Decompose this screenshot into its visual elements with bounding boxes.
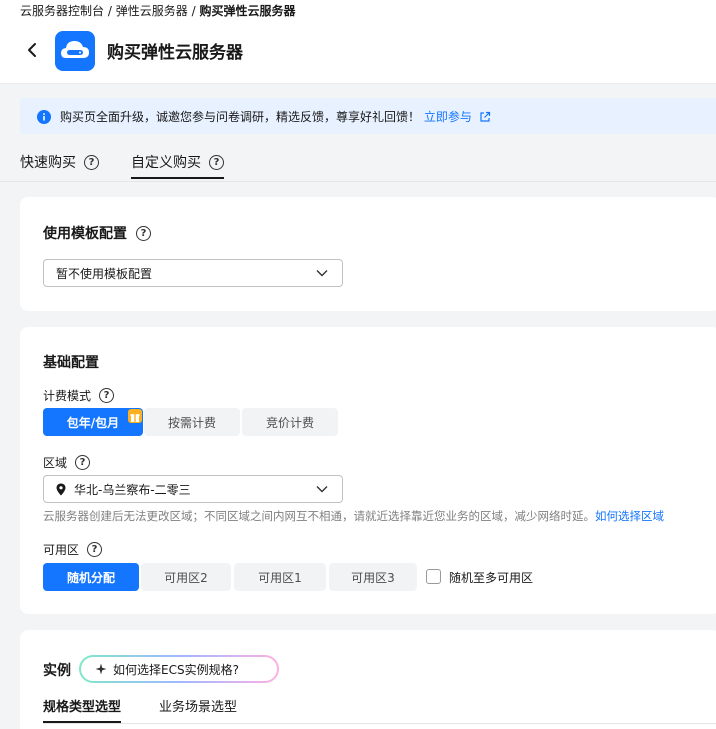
- how-to-choose-region-link[interactable]: 如何选择区域: [595, 509, 664, 523]
- tab-business-scenario-selection[interactable]: 业务场景选型: [159, 696, 237, 715]
- basic-config-heading: 基础配置: [43, 355, 99, 371]
- region-select-value: 华北-乌兰察布-二零三: [74, 482, 191, 497]
- ai-spec-guide-button[interactable]: 如何选择ECS实例规格?: [79, 655, 279, 683]
- ecs-cloud-logo-icon: [55, 31, 95, 71]
- info-icon: [37, 109, 51, 128]
- region-label: 区域 ?: [43, 454, 91, 471]
- random-multi-az-checkbox[interactable]: [426, 569, 441, 584]
- help-icon[interactable]: ?: [75, 455, 91, 470]
- billing-spot-button[interactable]: 竞价计费: [242, 408, 338, 436]
- help-icon[interactable]: ?: [87, 542, 103, 557]
- tab-label: 快速购买: [20, 155, 76, 171]
- template-select[interactable]: 暂不使用模板配置: [43, 259, 343, 287]
- page-title: 购买弹性云服务器: [107, 43, 243, 63]
- instance-heading: 实例: [43, 663, 71, 679]
- breadcrumb-item-console[interactable]: 云服务器控制台: [20, 4, 104, 18]
- subtab-divider: [43, 723, 716, 724]
- help-icon[interactable]: ?: [209, 154, 224, 170]
- tab-spec-type-selection[interactable]: 规格类型选型: [43, 696, 122, 723]
- random-multi-az-label: 随机至多可用区: [449, 571, 534, 585]
- field-label: 可用区: [43, 543, 80, 557]
- gift-icon: [128, 409, 142, 423]
- field-label: 计费模式: [43, 389, 92, 403]
- help-icon[interactable]: ?: [136, 225, 151, 241]
- help-icon[interactable]: ?: [84, 154, 99, 170]
- help-icon[interactable]: ?: [99, 388, 115, 403]
- region-hint: 云服务器创建后无法更改区域；不同区域之间内网互不相通，请就近选择靠近您业务的区域…: [43, 508, 664, 524]
- region-select[interactable]: 华北-乌兰察布-二零三: [43, 475, 343, 503]
- notice-text: 购买页全面升级，诚邀您参与问卷调研，精选反馈，尊享好礼回馈！: [60, 110, 421, 124]
- back-icon[interactable]: [22, 40, 42, 60]
- notice-link[interactable]: 立即参与: [424, 110, 472, 124]
- notice-banner: 购买页全面升级，诚邀您参与问卷调研，精选反馈，尊享好礼回馈！ 立即参与: [20, 98, 716, 134]
- breadcrumb: 云服务器控制台 / 弹性云服务器 / 购买弹性云服务器: [20, 2, 295, 19]
- az-random-button[interactable]: 随机分配: [43, 563, 139, 591]
- instance-card: 实例 如何选择ECS实例规格? 规格类型选型 业务场景选型: [20, 630, 716, 729]
- breadcrumb-current: 购买弹性云服务器: [199, 4, 296, 18]
- basic-config-card: 基础配置 计费模式 ? 包年/包月 按需计费 竞价计费 区域 ? 华北-乌兰察布…: [20, 327, 716, 614]
- billing-on-demand-button[interactable]: 按需计费: [144, 408, 240, 436]
- field-label: 区域: [43, 456, 68, 470]
- billing-mode-label: 计费模式 ?: [43, 387, 115, 404]
- tab-custom-buy[interactable]: 自定义购买 ?: [131, 152, 224, 179]
- breadcrumb-separator: /: [191, 4, 196, 18]
- region-hint-text: 云服务器创建后无法更改区域；不同区域之间内网互不相通，请就近选择靠近您业务的区域…: [43, 509, 595, 523]
- breadcrumb-item-ecs[interactable]: 弹性云服务器: [116, 4, 188, 18]
- location-pin-icon: [56, 483, 66, 496]
- ai-spec-guide-label: 如何选择ECS实例规格?: [113, 662, 239, 677]
- section-title: 使用模板配置: [43, 226, 127, 242]
- sparkle-icon: [95, 663, 107, 675]
- availability-zone-label: 可用区 ?: [43, 541, 103, 558]
- az-3-button[interactable]: 可用区3: [329, 563, 417, 591]
- chevron-down-icon: [316, 486, 328, 493]
- template-config-card: 使用模板配置 ? 暂不使用模板配置: [20, 197, 716, 311]
- purchase-mode-tabs: 快速购买 ? 自定义购买 ?: [0, 146, 716, 182]
- template-select-value: 暂不使用模板配置: [56, 266, 153, 281]
- az-1-button[interactable]: 可用区1: [234, 563, 326, 591]
- tab-label: 自定义购买: [131, 155, 201, 171]
- template-config-heading: 使用模板配置 ?: [43, 223, 151, 243]
- chevron-down-icon: [316, 270, 328, 277]
- breadcrumb-separator: /: [107, 4, 112, 18]
- tab-quick-buy[interactable]: 快速购买 ?: [20, 152, 99, 172]
- external-link-icon[interactable]: [479, 111, 491, 126]
- az-2-button[interactable]: 可用区2: [141, 563, 231, 591]
